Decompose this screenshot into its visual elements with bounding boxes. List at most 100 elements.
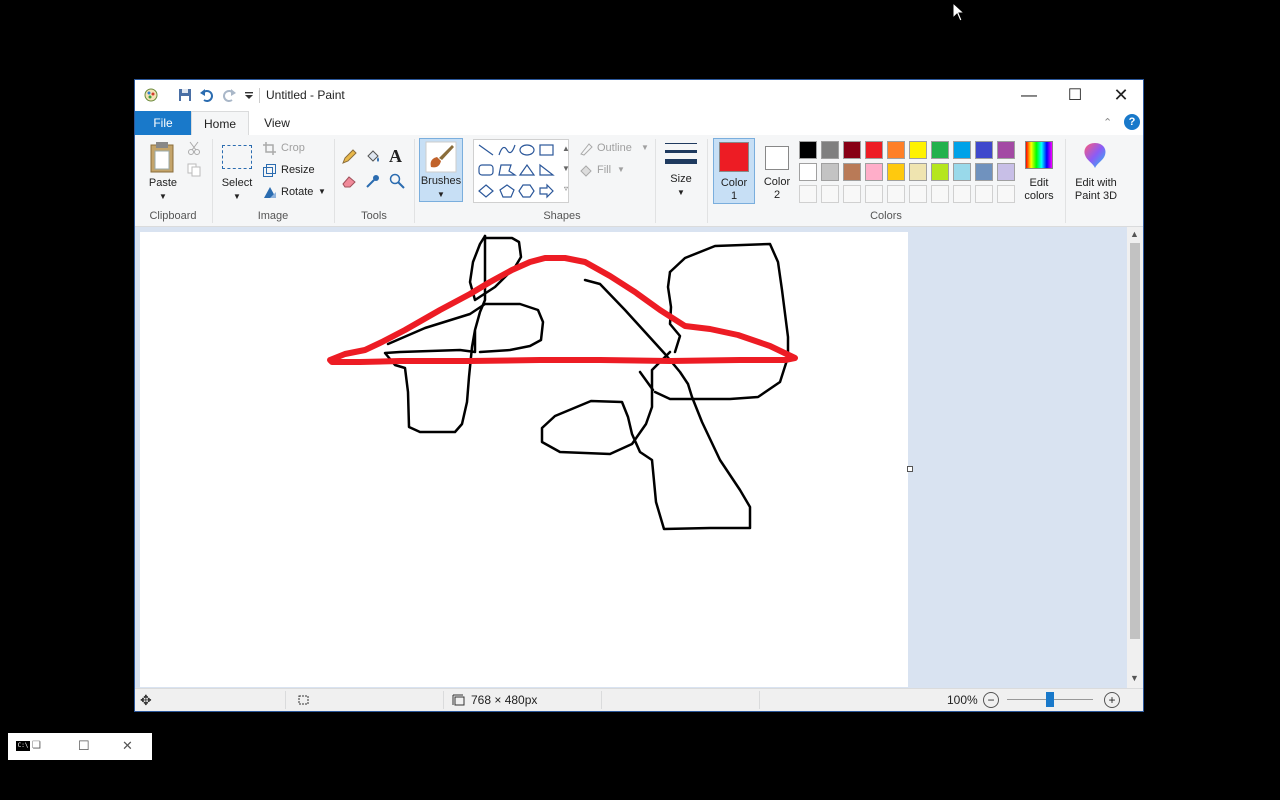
rotate-dropdown-icon: ▼ [318, 187, 326, 196]
undo-icon[interactable] [199, 87, 215, 103]
status-divider [443, 691, 444, 709]
maximize-icon[interactable]: ☐ [78, 738, 90, 754]
window-title: Untitled - Paint [266, 88, 345, 102]
image-group-label: Image [257, 210, 289, 222]
vertical-scrollbar[interactable]: ▲ ▼ [1127, 227, 1143, 688]
help-icon[interactable]: ? [1124, 114, 1140, 130]
select-icon [222, 145, 252, 169]
shapes-gallery[interactable] [473, 139, 569, 203]
cursor-position-icon: ✥ [140, 692, 152, 708]
paste-button[interactable]: Paste ▼ [147, 139, 177, 201]
edit-with-paint3d-button[interactable]: Edit with Paint 3D [1069, 139, 1123, 203]
custom-color-slot[interactable] [931, 185, 949, 203]
custom-color-slot[interactable] [799, 185, 817, 203]
zoom-in-icon[interactable]: + [1104, 692, 1120, 708]
close-icon: ✕ [1113, 85, 1129, 105]
magnifier-icon[interactable] [389, 173, 405, 189]
edit-colors-button[interactable]: Edit colors [1019, 139, 1059, 203]
palette-swatch[interactable] [799, 141, 817, 159]
paint-app-icon [144, 88, 158, 102]
fill-button[interactable]: Fill ▼ [579, 164, 639, 178]
brushes-button[interactable]: Brushes ▼ [419, 138, 463, 202]
drawing-canvas[interactable] [140, 232, 908, 687]
color2-number: 2 [773, 189, 781, 201]
palette-swatch[interactable] [997, 163, 1015, 181]
text-tool-icon[interactable]: A [389, 146, 402, 167]
ribbon-tabs: File Home View ⌃ ? [135, 111, 1143, 135]
palette-swatch[interactable] [953, 141, 971, 159]
maximize-icon: ☐ [1067, 87, 1083, 104]
zoom-out-icon[interactable]: − [983, 692, 999, 708]
crop-button[interactable]: Crop [263, 142, 313, 156]
rotate-button[interactable]: Rotate ▼ [263, 186, 327, 200]
custom-color-slot[interactable] [953, 185, 971, 203]
stroke-right-edge [666, 270, 682, 354]
palette-swatch[interactable] [821, 163, 839, 181]
customize-toolbar-icon[interactable] [241, 87, 257, 103]
custom-color-slot[interactable] [843, 185, 861, 203]
edit-colors-label-1: Edit [1029, 177, 1049, 189]
custom-color-slot[interactable] [909, 185, 927, 203]
resize-button[interactable]: Resize [263, 164, 319, 178]
fill-bucket-icon[interactable] [365, 149, 381, 165]
custom-color-slot[interactable] [887, 185, 905, 203]
palette-swatch[interactable] [799, 163, 817, 181]
tab-view[interactable]: View [255, 111, 299, 135]
custom-color-slot[interactable] [997, 185, 1015, 203]
palette-swatch[interactable] [821, 141, 839, 159]
custom-color-slot[interactable] [821, 185, 839, 203]
palette-swatch[interactable] [887, 141, 905, 159]
palette-swatch[interactable] [997, 141, 1015, 159]
palette-swatch[interactable] [975, 141, 993, 159]
pencil-icon[interactable] [341, 149, 357, 165]
collapse-ribbon-icon[interactable]: ⌃ [1103, 116, 1112, 129]
minimized-console-window[interactable]: C:\ ❏ ☐ ✕ [8, 733, 152, 760]
cut-icon[interactable] [187, 141, 201, 155]
color1-swatch [719, 142, 749, 172]
zoom-slider-thumb[interactable] [1046, 692, 1054, 707]
maximize-button[interactable]: ☐ [1052, 80, 1098, 111]
palette-swatch[interactable] [843, 141, 861, 159]
palette-swatch[interactable] [909, 141, 927, 159]
palette-swatch[interactable] [865, 163, 883, 181]
restore-icon[interactable]: ❏ [32, 740, 41, 751]
size-button[interactable]: Size ▼ [661, 139, 701, 203]
size-dropdown-icon: ▼ [677, 188, 685, 197]
palette-swatch[interactable] [953, 163, 971, 181]
color1-button[interactable]: Color 1 [713, 138, 755, 204]
color-picker-icon[interactable] [365, 173, 381, 189]
canvas-area [135, 227, 1127, 688]
ribbon: Paste ▼ Clipboard Select ▼ Crop Resize R… [135, 135, 1143, 227]
scrollbar-thumb[interactable] [1130, 243, 1140, 639]
close-button[interactable]: ✕ [1098, 80, 1144, 111]
palette-swatch[interactable] [931, 141, 949, 159]
close-icon[interactable]: ✕ [122, 738, 133, 754]
rotate-label: Rotate [281, 186, 314, 198]
tab-file[interactable]: File [135, 111, 191, 135]
size-line-thin [665, 143, 697, 144]
edit-colors-label-2: colors [1024, 190, 1054, 202]
canvas-resize-handle[interactable] [907, 466, 913, 472]
palette-swatch[interactable] [975, 163, 993, 181]
minimize-button[interactable]: — [1006, 80, 1052, 111]
eraser-icon[interactable] [341, 173, 357, 189]
palette-swatch[interactable] [843, 163, 861, 181]
shapes-scroll[interactable]: ▲ ▼ ▿ [561, 139, 571, 203]
redo-icon[interactable] [221, 87, 237, 103]
palette-swatch[interactable] [865, 141, 883, 159]
palette-swatch[interactable] [887, 163, 905, 181]
tab-home[interactable]: Home [191, 111, 249, 135]
select-button[interactable]: Select ▼ [219, 139, 255, 201]
group-separator [414, 139, 415, 223]
color2-button[interactable]: Color 2 [757, 138, 797, 204]
palette-swatch[interactable] [909, 163, 927, 181]
custom-color-slot[interactable] [865, 185, 883, 203]
save-icon[interactable] [177, 87, 193, 103]
custom-color-slot[interactable] [975, 185, 993, 203]
palette-swatch[interactable] [931, 163, 949, 181]
scroll-down-icon[interactable]: ▼ [1130, 673, 1139, 683]
copy-icon[interactable] [187, 163, 201, 177]
scroll-up-icon[interactable]: ▲ [1130, 229, 1139, 239]
size-line-thick [665, 159, 697, 164]
outline-button[interactable]: Outline ▼ [579, 142, 653, 156]
